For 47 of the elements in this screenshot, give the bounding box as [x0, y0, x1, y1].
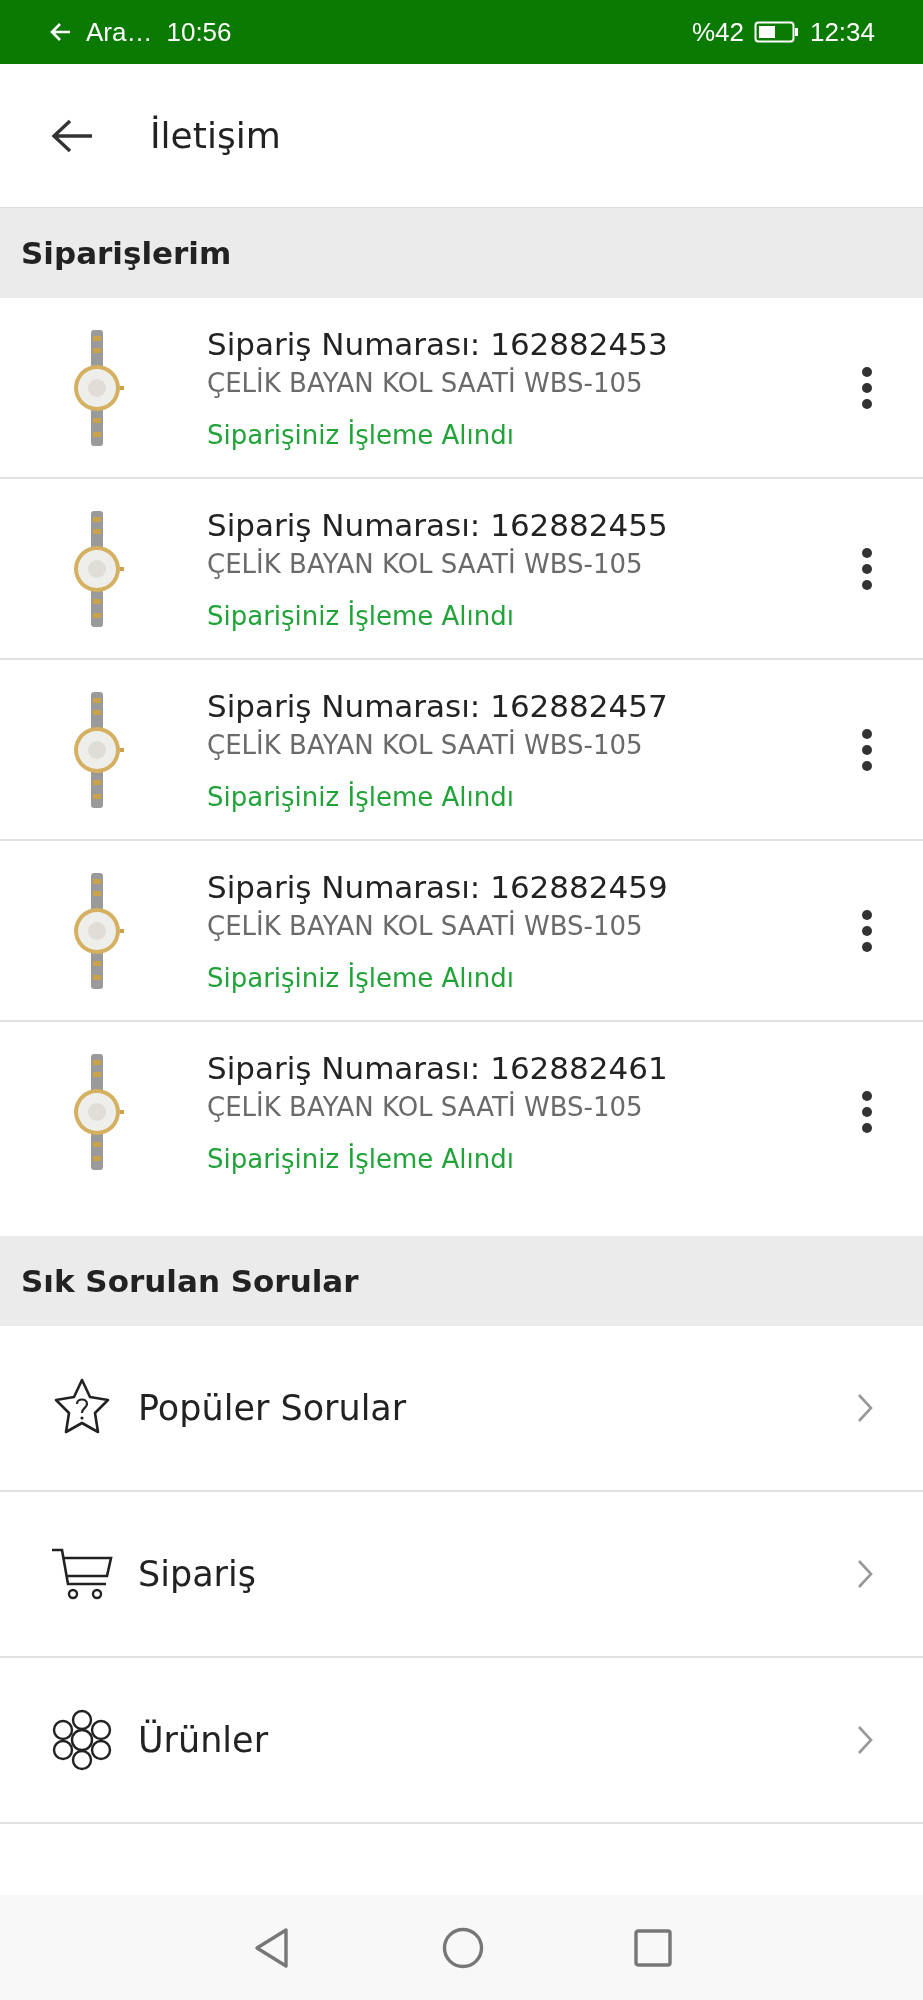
- order-status: Siparişiniz İşleme Alındı: [207, 962, 515, 993]
- home-icon[interactable]: [441, 1926, 484, 1969]
- battery-icon: [753, 21, 800, 43]
- order-status: Siparişiniz İşleme Alındı: [207, 419, 515, 450]
- section-title: Sık Sorulan Sorular: [21, 1263, 359, 1299]
- more-icon[interactable]: [861, 546, 873, 591]
- order-item[interactable]: Sipariş Numarası: 162882457 ÇELİK BAYAN KOL SAATİ WBS-105 Siparişiniz İşleme Alındı: [0, 660, 923, 841]
- order-status: Siparişiniz İşleme Alındı: [207, 1144, 515, 1174]
- order-item[interactable]: Sipariş Numarası: 162882455 ÇELİK BAYAN KOL SAATİ WBS-105 Siparişiniz İşleme Alındı: [0, 479, 923, 660]
- order-item[interactable]: Sipariş Numarası: 162882461 ÇELİK BAYAN KOL SAATİ WBS-105 Siparişiniz İşleme Alındı: [0, 1022, 923, 1236]
- order-number: Sipariş Numarası: 162882459: [207, 868, 669, 905]
- order-number: Sipariş Numarası: 162882461: [207, 1050, 669, 1086]
- chevron-right-icon: [857, 1725, 873, 1755]
- recents-icon[interactable]: [633, 1928, 672, 1967]
- faq-label: Ürünler: [138, 1720, 270, 1760]
- product-name: ÇELİK BAYAN KOL SAATİ WBS-105: [207, 910, 644, 941]
- more-icon[interactable]: [861, 727, 873, 772]
- back-icon[interactable]: [50, 117, 94, 154]
- faq-item[interactable]: Popüler Sorular: [0, 1326, 923, 1492]
- order-number: Sipariş Numarası: 162882453: [207, 325, 669, 362]
- order-item[interactable]: Sipariş Numarası: 162882459 ÇELİK BAYAN KOL SAATİ WBS-105 Siparişiniz İşleme Alındı: [0, 841, 923, 1022]
- product-name: ÇELİK BAYAN KOL SAATİ WBS-105: [207, 1092, 644, 1122]
- more-icon[interactable]: [861, 1090, 873, 1134]
- app-name: Ara…: [86, 16, 153, 48]
- chevron-right-icon: [857, 1393, 873, 1423]
- order-number: Sipariş Numarası: 162882455: [207, 506, 669, 543]
- faq-label: Popüler Sorular: [138, 1388, 408, 1428]
- clock: 12:34: [809, 16, 875, 48]
- cart-icon: [50, 1546, 114, 1602]
- faq-item[interactable]: Sipariş: [0, 1492, 923, 1658]
- product-name: ÇELİK BAYAN KOL SAATİ WBS-105: [207, 729, 644, 760]
- faq-item[interactable]: Ürünler: [0, 1658, 923, 1824]
- more-icon[interactable]: [861, 365, 873, 410]
- page-title: İletişim: [150, 115, 281, 156]
- faq-label: Sipariş: [138, 1554, 257, 1594]
- battery-percent: %42: [691, 16, 744, 48]
- product-name: ÇELİK BAYAN KOL SAATİ WBS-105: [207, 548, 644, 579]
- chevron-right-icon: [857, 1559, 873, 1589]
- product-name: ÇELİK BAYAN KOL SAATİ WBS-105: [207, 367, 644, 398]
- clock: 10:56: [166, 16, 232, 48]
- order-item[interactable]: Sipariş Numarası: 162882453 ÇELİK BAYAN KOL SAATİ WBS-105 Siparişiniz İşleme Alındı: [0, 298, 923, 479]
- order-number: Sipariş Numarası: 162882457: [207, 687, 669, 724]
- flower-icon: [50, 1708, 114, 1772]
- order-status: Siparişiniz İşleme Alındı: [207, 781, 515, 812]
- order-status: Siparişiniz İşleme Alındı: [207, 600, 515, 631]
- more-icon[interactable]: [861, 908, 873, 953]
- section-title: Siparişlerim: [21, 235, 232, 271]
